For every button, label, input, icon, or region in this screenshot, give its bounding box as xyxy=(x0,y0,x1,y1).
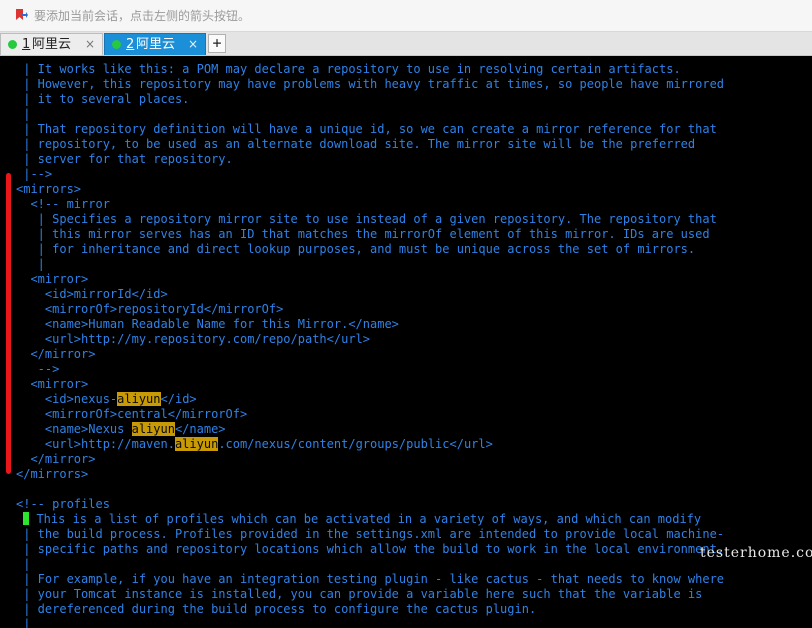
terminal-line: <mirror> xyxy=(16,272,89,286)
terminal-line: </mirror> xyxy=(16,347,96,361)
connected-status-icon xyxy=(8,40,17,49)
terminal-line: <url>http://my.repository.com/repo/path<… xyxy=(16,332,371,346)
terminal-line: | However, this repository may have prob… xyxy=(16,77,725,91)
terminal-line: | That repository definition will have a… xyxy=(16,122,717,136)
search-highlight: aliyun xyxy=(131,422,175,436)
terminal-line: | specific paths and repository location… xyxy=(16,542,725,556)
terminal-line: | dereferenced during the build process … xyxy=(16,602,537,616)
tab-number: 1 xyxy=(22,37,31,52)
terminal-line: <id>mirrorId</id> xyxy=(16,287,168,301)
terminal-line: </mirrors> xyxy=(16,467,89,481)
terminal-line: This is a list of profiles which can be … xyxy=(16,512,701,527)
terminal-line: | your Tomcat instance is installed, you… xyxy=(16,587,703,601)
terminal-line: | xyxy=(16,257,45,271)
session-tab-bar: 1 阿里云 × 2 阿里云 × + xyxy=(0,32,812,56)
terminal-line: <id>nexus-aliyun</id> xyxy=(16,392,197,406)
close-tab-icon[interactable]: × xyxy=(85,34,95,55)
terminal-line: </mirror> xyxy=(16,452,96,466)
search-highlight: aliyun xyxy=(117,392,161,406)
close-tab-icon[interactable]: × xyxy=(188,34,198,55)
terminal-line: | Specifies a repository mirror site to … xyxy=(16,212,717,226)
session-tab-2[interactable]: 2 阿里云 × xyxy=(104,33,206,55)
bookmark-arrow-icon[interactable] xyxy=(14,8,28,22)
terminal-line: <name>Nexus aliyun</name> xyxy=(16,422,226,436)
terminal-line: | xyxy=(16,107,31,121)
terminal-output[interactable]: | It works like this: a POM may declare … xyxy=(0,56,812,628)
session-hint-text: 要添加当前会话，点击左侧的箭头按钮。 xyxy=(34,9,251,23)
terminal-line: | For example, if you have an integratio… xyxy=(16,572,725,586)
tab-title: 阿里云 xyxy=(136,37,176,52)
terminal-line: |--> xyxy=(16,167,53,181)
tab-title: 阿里云 xyxy=(32,37,72,52)
search-highlight: aliyun xyxy=(174,437,219,451)
session-hint-bar: 要添加当前会话，点击左侧的箭头按钮。 xyxy=(0,0,812,32)
terminal-line: <url>http://maven.aliyun.com/nexus/conte… xyxy=(16,437,493,451)
terminal-cursor xyxy=(23,512,30,525)
terminal-line: | the build process. Profiles provided i… xyxy=(16,527,725,541)
terminal-line: | it to several places. xyxy=(16,92,190,106)
new-tab-button[interactable]: + xyxy=(208,34,226,53)
terminal-line: <!-- mirror xyxy=(16,197,110,211)
annotation-bracket xyxy=(6,173,11,474)
session-tab-1[interactable]: 1 阿里云 × xyxy=(0,33,103,55)
terminal-line: | this mirror serves has an ID that matc… xyxy=(16,227,710,241)
connected-status-icon xyxy=(112,40,121,49)
terminal-line: | xyxy=(16,617,31,628)
terminal-line: <mirrors> xyxy=(16,182,82,196)
terminal-line: --> xyxy=(16,362,60,376)
watermark: testerhome.com xyxy=(700,545,812,561)
terminal-line: | xyxy=(16,557,31,571)
tab-number: 2 xyxy=(126,37,135,52)
terminal-line: | for inheritance and direct lookup purp… xyxy=(16,242,696,256)
terminal-line: | It works like this: a POM may declare … xyxy=(16,62,681,76)
terminal-line: | repository, to be used as an alternate… xyxy=(16,137,696,151)
terminal-line: <mirrorOf>repositoryId</mirrorOf> xyxy=(16,302,284,316)
terminal-line: <name>Human Readable Name for this Mirro… xyxy=(16,317,399,331)
terminal-line: <mirror> xyxy=(16,377,89,391)
terminal-line: | server for that repository. xyxy=(16,152,233,166)
terminal-line: <mirrorOf>central</mirrorOf> xyxy=(16,407,248,421)
terminal-line: <!-- profiles xyxy=(16,497,110,511)
